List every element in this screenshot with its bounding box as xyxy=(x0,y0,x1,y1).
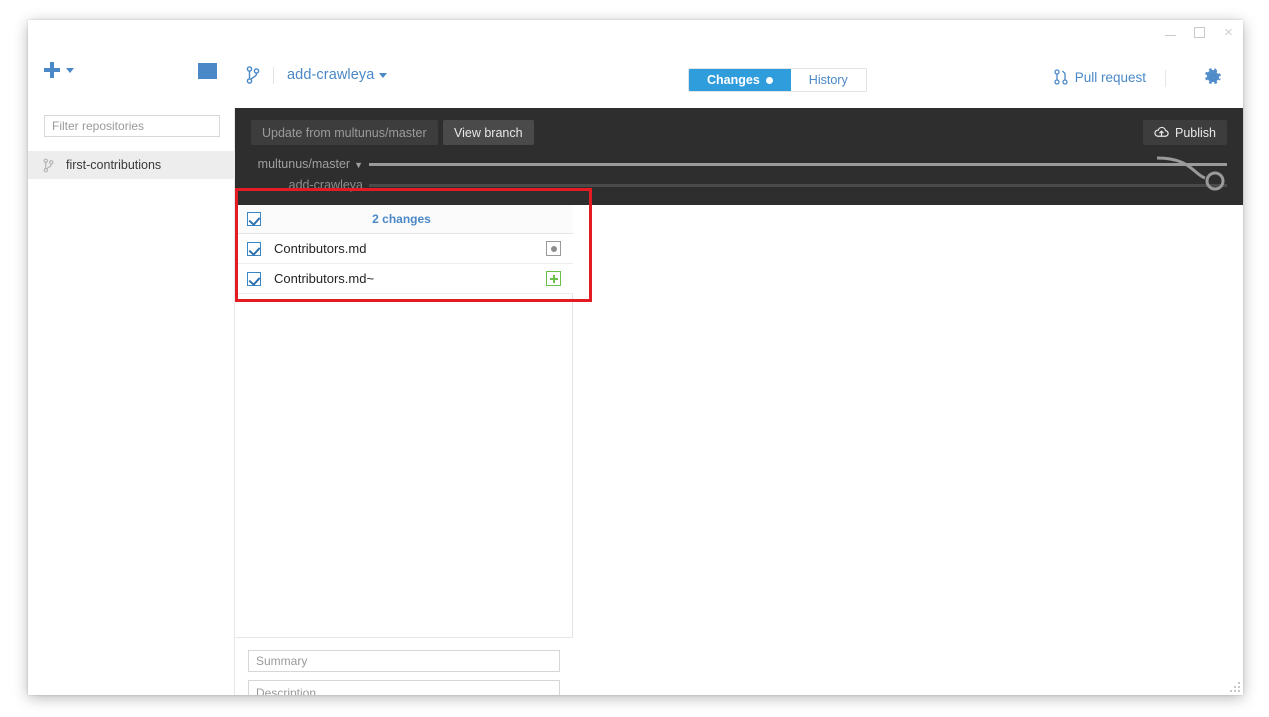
sidebar-item-first-contributions[interactable]: first-contributions xyxy=(28,151,235,179)
commit-description-input[interactable] xyxy=(248,680,560,695)
maximize-icon xyxy=(1194,26,1205,38)
modified-dot xyxy=(550,245,557,252)
branch-icon xyxy=(246,66,260,84)
table-row[interactable]: Contributors.md~ xyxy=(235,264,573,294)
tab-changes[interactable]: Changes xyxy=(689,69,791,91)
minimize-icon xyxy=(1165,35,1176,36)
view-tabs: Changes History xyxy=(688,68,867,92)
repository-name-label: first-contributions xyxy=(66,158,162,172)
modified-dot-icon xyxy=(546,241,561,256)
file-checkbox[interactable] xyxy=(247,241,261,256)
resize-grip[interactable] xyxy=(1227,679,1240,692)
minimize-button[interactable] xyxy=(1156,20,1185,44)
pull-request-icon xyxy=(1054,69,1068,85)
diff-view-area xyxy=(573,205,1243,695)
desktop-background: × add-crawleya Changes History Pull requ… xyxy=(0,0,1269,717)
pull-request-label: Pull request xyxy=(1074,69,1146,85)
settings-button[interactable] xyxy=(1204,68,1223,87)
repository-sidebar: first-contributions xyxy=(28,108,235,695)
graph-line-master xyxy=(369,162,1227,166)
main-content: Update from multunus/master View branch … xyxy=(235,108,1243,695)
repository-header: add-crawleya Changes History Pull reques… xyxy=(235,44,1243,108)
commit-summary-input[interactable] xyxy=(248,650,560,672)
changes-indicator-dot xyxy=(765,76,773,84)
branch-name-label: add-crawleya xyxy=(287,67,375,83)
tab-history[interactable]: History xyxy=(790,69,866,91)
table-row[interactable]: Contributors.md xyxy=(235,234,573,264)
plus-icon xyxy=(44,62,60,78)
graph-row-master: multunus/master ▼ xyxy=(235,155,1243,173)
changes-list-panel: 2 changes Contributors.md Contributors.m… xyxy=(235,205,573,695)
graph-row-branch: add-crawleya xyxy=(235,176,1243,194)
publish-label: Publish xyxy=(1175,125,1216,140)
graph-label-master[interactable]: multunus/master ▼ xyxy=(235,157,369,171)
sidebar-toggle-button[interactable] xyxy=(198,63,217,79)
sidebar-header xyxy=(28,44,235,108)
publish-cloud-icon xyxy=(1154,126,1169,137)
update-from-master-button[interactable]: Update from multunus/master xyxy=(251,120,438,145)
update-from-master-label: Update from multunus/master xyxy=(262,125,427,140)
publish-button[interactable]: Publish xyxy=(1143,120,1227,145)
chevron-down-icon xyxy=(66,67,74,73)
file-name-label: Contributors.md xyxy=(274,241,367,256)
chevron-down-icon xyxy=(379,72,388,78)
file-name-label: Contributors.md~ xyxy=(274,271,375,286)
file-checkbox[interactable] xyxy=(247,271,261,286)
tab-history-label: History xyxy=(808,73,848,87)
close-icon: × xyxy=(1224,23,1233,41)
branch-icon xyxy=(43,158,54,172)
view-branch-label: View branch xyxy=(454,125,523,140)
new-plus-icon xyxy=(546,271,561,286)
close-button[interactable]: × xyxy=(1214,20,1243,44)
branch-toolbar: Update from multunus/master View branch … xyxy=(235,108,1243,205)
view-branch-button[interactable]: View branch xyxy=(443,120,534,145)
top-bar: add-crawleya Changes History Pull reques… xyxy=(28,44,1243,108)
changes-count-label: 2 changes xyxy=(372,212,431,226)
changes-list-header: 2 changes xyxy=(235,205,573,234)
header-divider-2 xyxy=(1165,70,1166,87)
graph-line-branch xyxy=(369,183,1227,187)
current-branch-selector[interactable]: add-crawleya xyxy=(246,66,388,84)
filter-repositories-input[interactable] xyxy=(44,115,220,137)
github-desktop-window: × add-crawleya Changes History Pull requ… xyxy=(28,20,1243,695)
gear-icon xyxy=(1205,68,1221,84)
add-repository-button[interactable] xyxy=(44,62,74,78)
commit-form: Commit to add-crawleya xyxy=(235,637,573,695)
window-titlebar: × xyxy=(28,20,1243,44)
maximize-button[interactable] xyxy=(1185,20,1214,44)
tab-changes-label: Changes xyxy=(707,73,760,87)
pull-request-button[interactable]: Pull request xyxy=(1054,69,1146,85)
header-divider xyxy=(273,66,274,84)
graph-label-branch: add-crawleya xyxy=(288,178,363,192)
chevron-down-icon: ▼ xyxy=(354,160,363,170)
